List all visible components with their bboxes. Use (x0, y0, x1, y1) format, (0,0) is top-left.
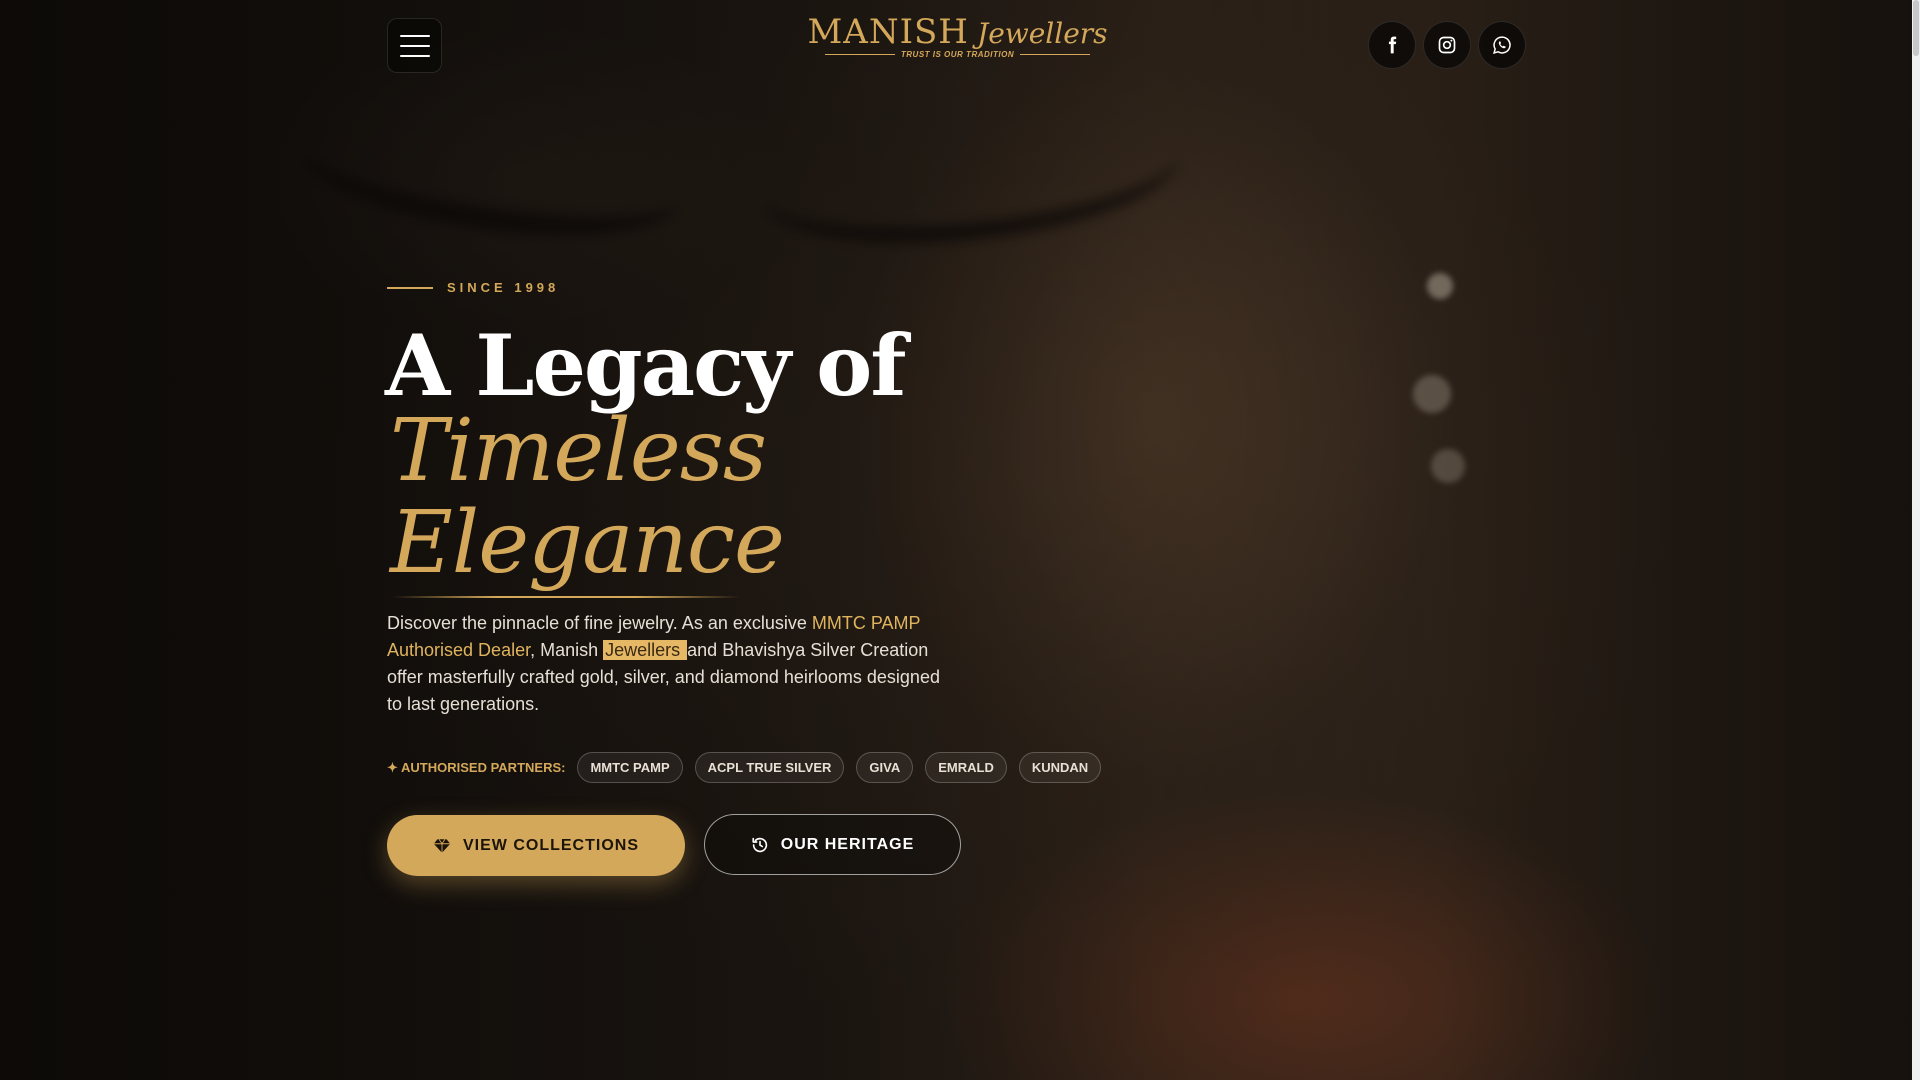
diamond-icon (433, 838, 451, 853)
logo-divider (825, 54, 895, 55)
logo-word-jewellers: Jewellers (976, 17, 1108, 50)
history-icon (752, 837, 767, 852)
since-text: SINCE 1998 (447, 280, 560, 295)
instagram-link[interactable] (1423, 21, 1471, 69)
selected-text: Jewellers (603, 640, 688, 660)
hamburger-menu-icon (399, 44, 430, 47)
view-collections-label: VIEW COLLECTIONS (463, 836, 639, 854)
hero-title-line2: Timeless (390, 401, 767, 501)
partner-chip[interactable]: GIVA (856, 752, 914, 783)
hero-title-line3: Elegance (390, 493, 785, 593)
partners-label: ✦ AUTHORISED PARTNERS: (387, 759, 566, 775)
scrollbar-thumb[interactable] (1913, 0, 1919, 56)
hero-title-accent: Timeless Elegance (390, 401, 785, 593)
title-underline (392, 596, 740, 598)
our-heritage-label: OUR HERITAGE (780, 835, 915, 853)
logo-divider (1020, 54, 1090, 55)
hero-title: A Legacy of (385, 316, 906, 415)
facebook-icon (1388, 36, 1397, 54)
facebook-link[interactable] (1368, 21, 1416, 69)
since-eyebrow: SINCE 1998 (387, 280, 559, 295)
brand-logo[interactable]: MANISH Jewellers TRUST IS OUR TRADITION (807, 12, 1107, 72)
description-text: Discover the pinnacle of fine jewelry. A… (387, 613, 812, 633)
logo-word-manish: MANISH (807, 12, 969, 52)
whatsapp-icon (1493, 36, 1511, 54)
partner-chip[interactable]: MMTC PAMP (577, 752, 683, 783)
eyebrow-divider (387, 286, 433, 289)
instagram-icon (1438, 36, 1456, 54)
logo-tagline: TRUST IS OUR TRADITION (900, 50, 1015, 59)
hamburger-menu-icon (399, 34, 430, 37)
whatsapp-link[interactable] (1478, 21, 1526, 69)
authorised-partners: ✦ AUTHORISED PARTNERS: MMTC PAMP ACPL TR… (387, 752, 1102, 783)
hero-overlay (0, 0, 1920, 1080)
partner-chip[interactable]: ACPL TRUE SILVER (694, 752, 845, 783)
partner-chip[interactable]: EMRALD (925, 752, 1007, 783)
description-text: , Manish (530, 640, 604, 660)
hero-description: Discover the pinnacle of fine jewelry. A… (387, 610, 947, 718)
hamburger-menu-icon (399, 54, 430, 57)
our-heritage-button[interactable]: OUR HERITAGE (704, 814, 961, 875)
hamburger-menu-button[interactable] (387, 18, 442, 73)
scrollbar[interactable] (1912, 0, 1920, 1080)
partner-chip[interactable]: KUNDAN (1018, 752, 1102, 783)
view-collections-button[interactable]: VIEW COLLECTIONS (387, 815, 685, 876)
